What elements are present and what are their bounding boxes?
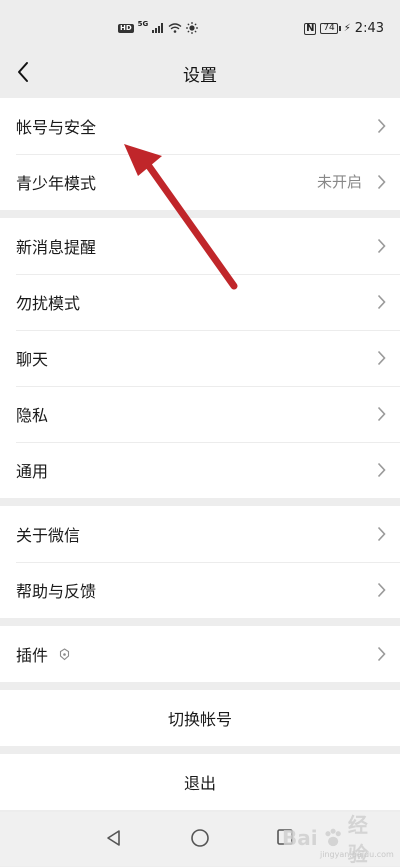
row-label: 插件 <box>16 646 49 665</box>
row-label: 关于微信 <box>16 526 81 545</box>
clock: 2:43 <box>354 21 384 36</box>
chevron-right-icon <box>377 294 386 310</box>
logout-label: 退出 <box>183 774 216 793</box>
nfc-icon: N <box>304 22 317 35</box>
chevron-right-icon <box>377 238 386 254</box>
watermark-brand: Bai <box>282 825 318 850</box>
settings-row-new-message-alert[interactable]: 新消息提醒 <box>0 218 400 274</box>
chevron-right-icon <box>377 462 386 478</box>
row-label: 隐私 <box>16 406 49 425</box>
wifi-icon <box>168 23 182 33</box>
status-right-group: N 74 ⚡ 2:43 <box>304 21 384 36</box>
status-signal-group: HD 5G <box>118 20 199 34</box>
row-label: 勿扰模式 <box>16 294 81 313</box>
settings-group-about: 关于微信 帮助与反馈 <box>0 506 400 618</box>
settings-row-account-security[interactable]: 帐号与安全 <box>0 98 400 154</box>
chevron-right-icon <box>377 350 386 366</box>
chevron-right-icon <box>377 526 386 542</box>
status-bar: HD 5G N 74 ⚡ 2:43 <box>0 0 400 46</box>
row-label: 帐号与安全 <box>16 118 97 137</box>
chevron-right-icon <box>377 582 386 598</box>
nav-back-icon[interactable] <box>104 828 124 848</box>
settings-group-account: 帐号与安全 青少年模式 未开启 <box>0 98 400 210</box>
chevron-right-icon <box>377 646 386 662</box>
row-label: 帮助与反馈 <box>16 582 97 601</box>
page-title: 设置 <box>183 66 217 86</box>
paw-icon <box>325 828 341 846</box>
row-label: 新消息提醒 <box>16 238 97 257</box>
nav-home-icon[interactable] <box>190 828 210 848</box>
row-label: 通用 <box>16 462 49 481</box>
logout-button[interactable]: 退出 <box>0 754 400 810</box>
network-type: 5G <box>137 20 149 28</box>
signal-icon <box>152 23 164 33</box>
battery-icon: 74 <box>320 23 342 34</box>
brightness-icon <box>186 22 199 34</box>
settings-row-privacy[interactable]: 隐私 <box>0 386 400 442</box>
charging-icon: ⚡ <box>343 23 351 34</box>
settings-row-about-wechat[interactable]: 关于微信 <box>0 506 400 562</box>
header-bar: 设置 <box>0 46 400 98</box>
hd-badge: HD <box>118 23 134 33</box>
settings-row-do-not-disturb[interactable]: 勿扰模式 <box>0 274 400 330</box>
switch-account-label: 切换帐号 <box>167 710 232 729</box>
chevron-right-icon <box>377 118 386 134</box>
plugin-icon <box>59 648 70 661</box>
settings-group-general: 新消息提醒 勿扰模式 聊天 隐私 通用 <box>0 218 400 498</box>
settings-row-general[interactable]: 通用 <box>0 442 400 498</box>
settings-group-plugins: 插件 <box>0 626 400 682</box>
teen-mode-status: 未开启 <box>316 173 362 191</box>
switch-account-button[interactable]: 切换帐号 <box>0 690 400 746</box>
row-label: 聊天 <box>16 350 49 369</box>
watermark-url: jingyan.baidu.com <box>320 850 394 859</box>
settings-row-help-feedback[interactable]: 帮助与反馈 <box>0 562 400 618</box>
row-label: 青少年模式 <box>16 174 97 193</box>
settings-row-teen-mode[interactable]: 青少年模式 未开启 <box>0 154 400 210</box>
chevron-right-icon <box>377 406 386 422</box>
settings-row-chat[interactable]: 聊天 <box>0 330 400 386</box>
settings-row-plugins[interactable]: 插件 <box>0 626 400 682</box>
chevron-right-icon <box>377 174 386 190</box>
